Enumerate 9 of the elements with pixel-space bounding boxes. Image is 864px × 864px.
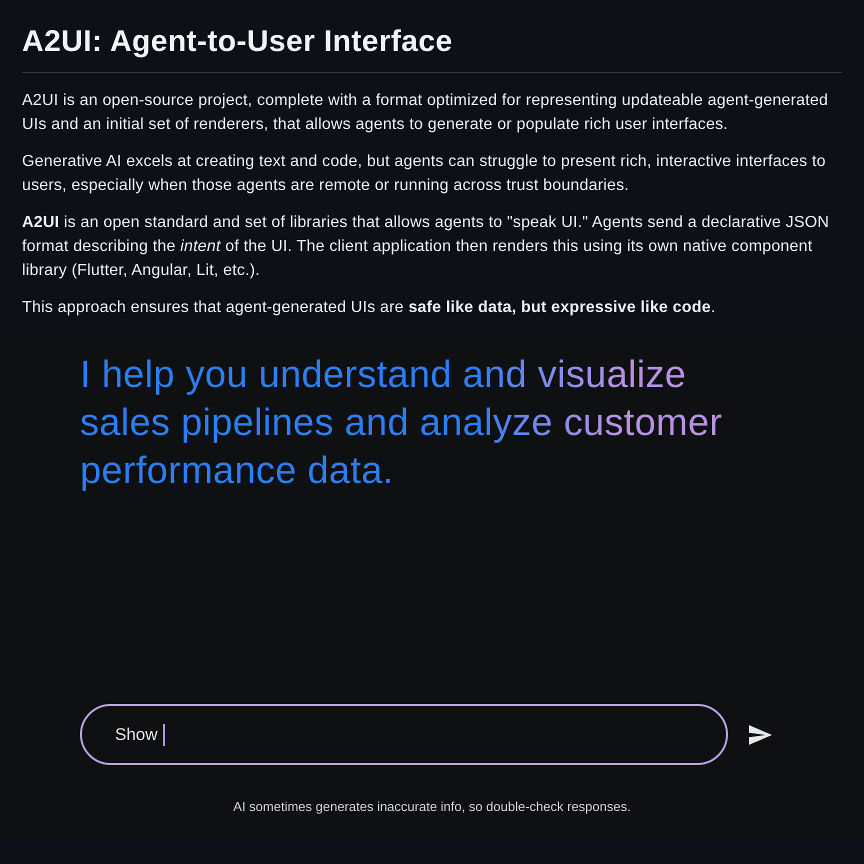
message-input[interactable]: Show <box>80 704 728 765</box>
paragraph: Generative AI excels at creating text and code, but agents can struggle to present rich, interactive interfaces to users, especially when those agents are remote or running across trust boundaries. <box>22 152 827 196</box>
disclaimer-text: AI sometimes generates inaccurate info, so double-check responses. <box>233 799 631 815</box>
paragraph: A2UI is an open standard and set of libraries that allows agents to "speak UI." Agents send a declarative JSON format describing the intent of the UI. The client application then renders this using its own native component library (Flutter, Angular, Lit, etc.). <box>22 213 830 281</box>
paragraph: A2UI is an open-source project, complete with a format optimized for representing updateable agent-generated UIs and an initial set of renderers, that allows agents to generate or populate rich user interfaces. <box>22 91 830 135</box>
send-icon <box>748 724 772 744</box>
page-title: A2UI: Agent-to-User Interface <box>22 24 454 60</box>
text-cursor-icon <box>162 724 165 746</box>
paragraph: This approach ensures that agent-generated UIs are safe like data, but expressive like code. <box>22 298 716 318</box>
